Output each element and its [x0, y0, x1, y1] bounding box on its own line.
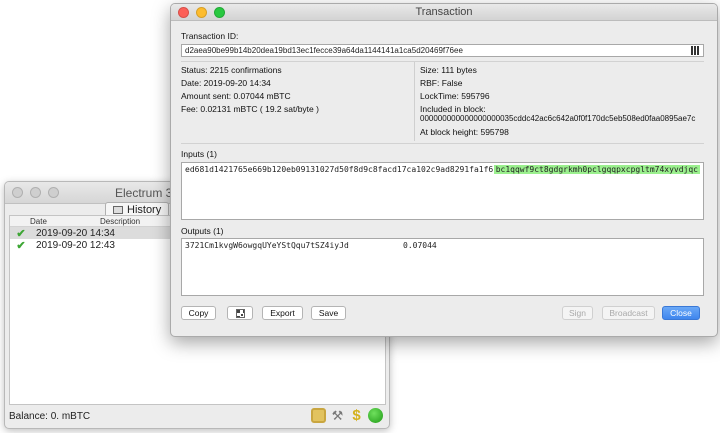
locktime-text: LockTime: 595796: [420, 91, 490, 101]
divider: [414, 62, 415, 141]
history-row-date: 2019-09-20 12:43: [36, 239, 115, 251]
inputs-list[interactable]: ed681d1421765e669b120eb09131027d50f8d9c8…: [181, 162, 704, 220]
size-text: Size: 111 bytes: [420, 65, 477, 75]
date-text: Date: 2019-09-20 14:34: [181, 78, 271, 88]
transaction-dialog: Transaction Transaction ID: d2aea90be99b…: [170, 3, 718, 337]
input-address: bc1qqwf9ct8gdgrkmh0pclgqqpxcpgltm74xyvdj…: [493, 165, 700, 174]
output-amount: 0.07044: [403, 241, 437, 250]
minimize-window-button[interactable]: [30, 187, 41, 198]
outputs-list[interactable]: 3721Cm1kvgW6owgqUYeYStQqu7tSZ4iyJd 0.070…: [181, 238, 704, 296]
description-column-header[interactable]: Description: [96, 217, 140, 226]
close-window-button[interactable]: [12, 187, 23, 198]
txid-field[interactable]: d2aea90be99b14b20dea19bd13ec1fecce39a64d…: [181, 44, 704, 57]
qr-code-button[interactable]: [227, 306, 253, 320]
divider: [181, 143, 704, 144]
inputs-label: Inputs (1): [181, 149, 217, 159]
status-bar-icons: ⚒ $: [311, 408, 383, 423]
qr-code-icon: [235, 308, 245, 318]
transaction-dialog-titlebar: Transaction: [171, 4, 717, 21]
fee-text: Fee: 0.02131 mBTC ( 19.2 sat/byte ): [181, 104, 319, 114]
history-icon: [113, 206, 123, 214]
outputs-label: Outputs (1): [181, 226, 224, 236]
block-hash-text: 000000000000000000035cddc42ac6c642a0f0f1…: [420, 114, 696, 123]
sign-button[interactable]: Sign: [562, 306, 593, 320]
network-status-icon[interactable]: [368, 408, 383, 423]
status-text: Status: 2215 confirmations: [181, 65, 282, 75]
divider: [181, 61, 704, 62]
confirmed-check-icon: ✔: [16, 239, 26, 252]
window-controls: [12, 187, 59, 198]
transaction-dialog-title: Transaction: [415, 6, 473, 18]
zoom-window-button[interactable]: [48, 187, 59, 198]
amount-text: Amount sent: 0.07044 mBTC: [181, 91, 291, 101]
history-row-date: 2019-09-20 14:34: [36, 227, 115, 239]
export-button[interactable]: Export: [262, 306, 303, 320]
dollar-icon[interactable]: $: [349, 408, 364, 423]
txid-label: Transaction ID:: [181, 31, 239, 41]
lock-icon[interactable]: [311, 408, 326, 423]
rbf-text: RBF: False: [420, 78, 463, 88]
block-height-text: At block height: 595798: [420, 127, 509, 137]
balance-label: Balance: 0. mBTC: [9, 411, 91, 422]
close-button[interactable]: Close: [662, 306, 700, 320]
input-prevout: ed681d1421765e669b120eb09131027d50f8d9c8…: [185, 165, 494, 174]
copy-button[interactable]: Copy: [181, 306, 216, 320]
output-address: 3721Cm1kvgW6owgqUYeYStQqu7tSZ4iyJd: [185, 241, 349, 250]
txid-value: d2aea90be99b14b20dea19bd13ec1fecce39a64d…: [185, 46, 463, 55]
tools-icon[interactable]: ⚒: [330, 408, 345, 423]
status-bar: Balance: 0. mBTC ⚒ $: [5, 405, 389, 428]
included-in-block-label: Included in block:: [420, 104, 486, 114]
broadcast-button[interactable]: Broadcast: [602, 306, 655, 320]
qr-code-icon[interactable]: [691, 46, 700, 55]
output-row[interactable]: 3721Cm1kvgW6owgqUYeYStQqu7tSZ4iyJd 0.070…: [182, 239, 703, 252]
save-button[interactable]: Save: [311, 306, 346, 320]
input-row[interactable]: ed681d1421765e669b120eb09131027d50f8d9c8…: [182, 163, 703, 176]
date-column-header[interactable]: Date: [26, 217, 96, 226]
